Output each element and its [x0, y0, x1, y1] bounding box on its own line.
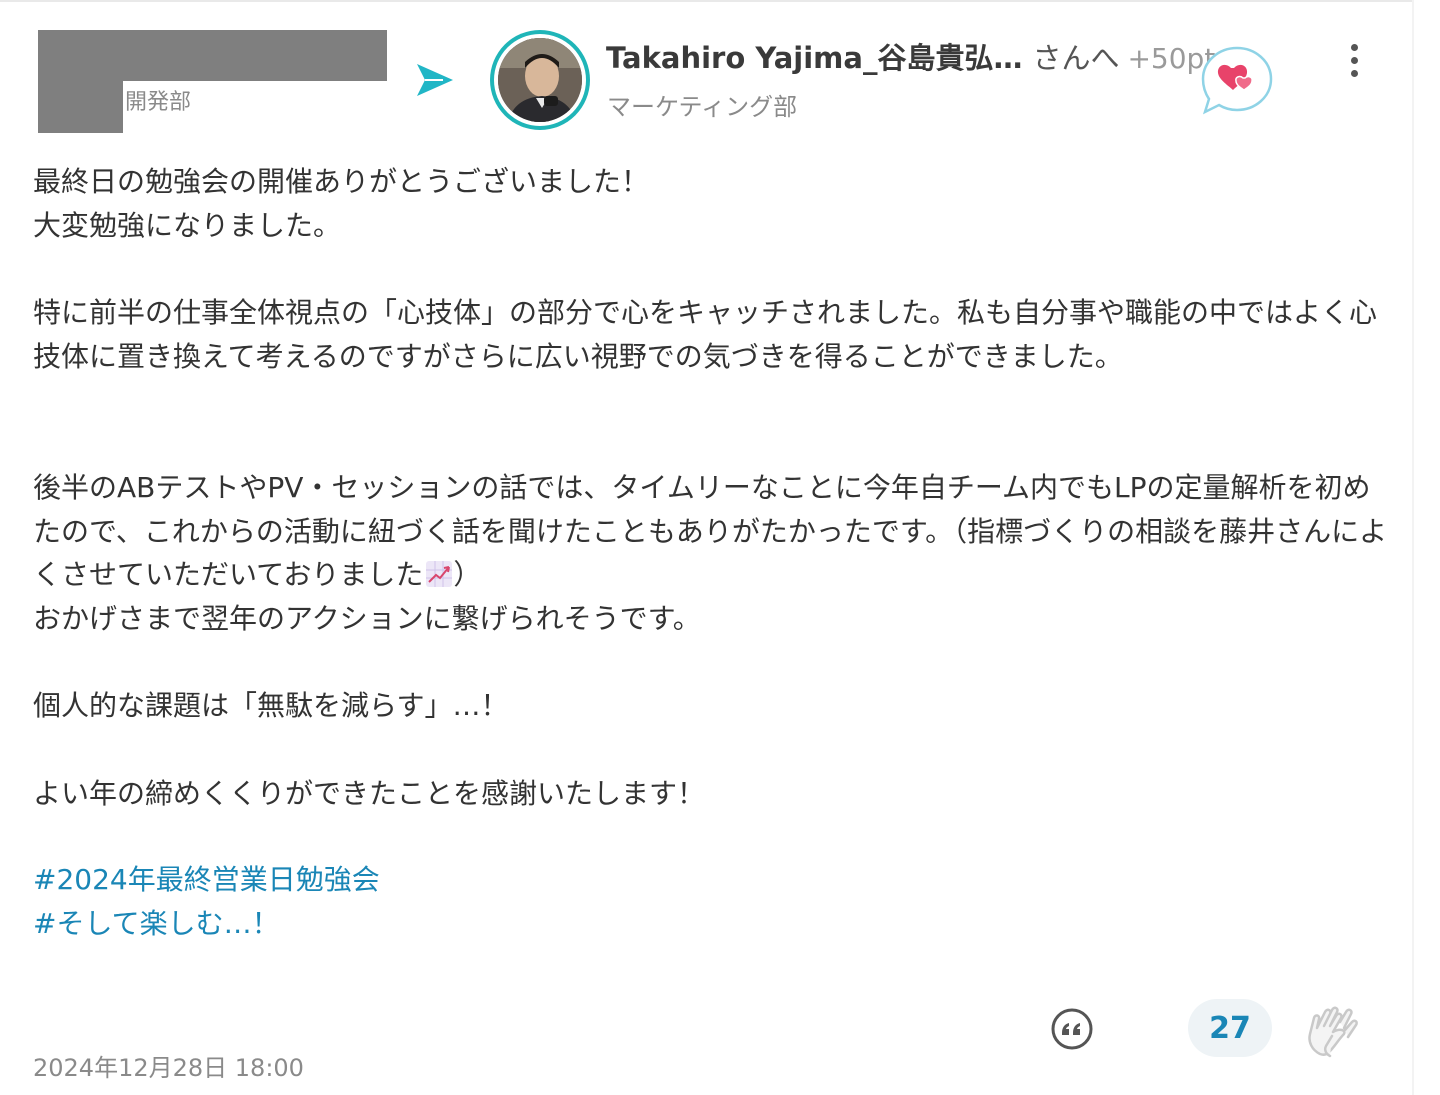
card-border-top [0, 0, 1412, 2]
hashtag-list: #2024年最終営業日勉強会 #そして楽しむ…！ [33, 858, 380, 945]
hashtag-link[interactable]: #そして楽しむ…！ [33, 902, 380, 946]
card-border-right [1412, 0, 1414, 1095]
send-arrow-icon [417, 64, 453, 96]
message-paragraph: 最終日の勉強会の開催ありがとうございました！ 大変勉強になりました。 [33, 165, 650, 242]
quote-icon[interactable] [1050, 1007, 1094, 1051]
recipient-name[interactable]: Takahiro Yajima_谷島貴弘… [606, 41, 1022, 75]
recipient-photo [498, 38, 582, 122]
hearts-icon[interactable] [1197, 44, 1277, 118]
post-timestamp: 2024年12月28日 18:00 [33, 1054, 304, 1082]
clapping-hands-icon[interactable] [1300, 1000, 1362, 1060]
message-paragraph: 後半のABテストやPV・セッションの話では、タイムリーなことに今年自チーム内でも… [33, 470, 1388, 636]
sender-department: 開発部 [125, 90, 192, 115]
recipient-suffix: さんへ [1032, 41, 1120, 75]
chart-increasing-emoji [426, 561, 453, 588]
message-paragraph: 個人的な課題は「無駄を減らす」…！ [33, 689, 509, 723]
recipient-avatar[interactable] [490, 30, 590, 130]
clap-count[interactable]: 27 [1188, 999, 1272, 1057]
message-paragraph: 特に前半の仕事全体視点の「心技体」の部分で心をキャッチされました。私も自分事や職… [33, 296, 1378, 373]
sender-name-redacted [38, 30, 387, 81]
recipient-department: マーケティング部 [607, 93, 798, 121]
recipient-header: Takahiro Yajima_谷島貴弘… さんへ +50pt [606, 38, 1215, 79]
more-vertical-icon [1350, 43, 1358, 51]
message-paragraph: よい年の締めくくりができたことを感謝いたします！ [33, 776, 706, 810]
sender-avatar-redacted [38, 81, 123, 133]
message-body: 最終日の勉強会の開催ありがとうございました！ 大変勉強になりました。 特に前半の… [33, 160, 1393, 816]
hashtag-link[interactable]: #2024年最終営業日勉強会 [33, 858, 380, 902]
more-options-button[interactable] [1336, 36, 1372, 84]
